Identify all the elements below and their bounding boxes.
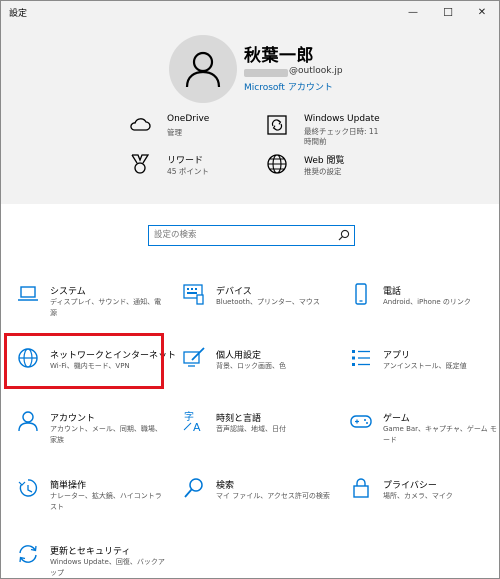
ease-of-access-icon — [18, 479, 38, 497]
tile-label: 時刻と言語 — [216, 414, 262, 424]
apps-list-icon — [352, 350, 370, 366]
time-language-icon: 字 A — [183, 410, 201, 432]
laptop-icon — [18, 286, 38, 301]
tile-ease-of-access[interactable]: 簡単操作 ナレーター、拡大鏡、ハイコントラスト — [7, 477, 167, 519]
header-item-windows-update[interactable]: Windows Update 最終チェック日時: 11 時間前 — [266, 114, 406, 146]
tile-time-language[interactable]: 字 A 時刻と言語 音声認識、地域、日付 — [173, 410, 333, 452]
minimize-button[interactable]: — — [400, 1, 426, 23]
header-item-title: リワード — [167, 156, 204, 166]
svg-text:A: A — [193, 421, 201, 432]
header-item-onedrive[interactable]: OneDrive 管理 — [129, 114, 239, 140]
user-name: 秋葉一郎 — [244, 46, 314, 66]
tile-apps[interactable]: アプリ アンインストール、既定値 — [340, 347, 499, 389]
tile-label: ゲーム — [383, 414, 410, 424]
tile-description: マイ ファイル、アクセス許可の検索 — [216, 492, 330, 500]
settings-window: 設定 — ☐ ✕ 秋葉一郎 @outlook.jp Microsoft アカウン… — [0, 0, 500, 579]
tile-label: 簡単操作 — [50, 481, 87, 491]
header-item-subtitle: 管理 — [167, 128, 182, 137]
window-title: 設定 — [9, 9, 28, 19]
highlight-frame — [4, 333, 164, 389]
close-button[interactable]: ✕ — [469, 1, 495, 23]
tile-label: プライバシー — [383, 481, 437, 491]
tile-description: ナレーター、拡大鏡、ハイコントラスト — [50, 492, 162, 511]
lock-icon — [353, 478, 369, 498]
medal-icon — [131, 154, 150, 174]
tile-search[interactable]: 検索 マイ ファイル、アクセス許可の検索 — [173, 477, 333, 519]
search-input[interactable] — [149, 226, 334, 243]
tile-label: アカウント — [50, 414, 96, 424]
title-bar: 設定 — ☐ ✕ — [1, 1, 499, 23]
tile-label: システム — [50, 287, 86, 297]
refresh-icon — [267, 115, 287, 135]
gamepad-icon — [350, 415, 372, 428]
tile-update-security[interactable]: 更新とセキュリティ Windows Update、回復、バックアップ — [7, 543, 167, 578]
tile-label: デバイス — [216, 287, 252, 297]
header-item-subtitle: 45 ポイント — [167, 167, 209, 176]
tile-description: ディスプレイ、サウンド、通知、電源 — [50, 298, 162, 317]
search-icon — [184, 478, 203, 498]
keyboard-icon — [183, 284, 204, 305]
header-item-rewards[interactable]: リワード 45 ポイント — [129, 153, 239, 179]
email-redaction — [244, 69, 288, 77]
maximize-button[interactable]: ☐ — [435, 1, 461, 23]
globe-icon — [267, 154, 287, 174]
tile-description: 音声認識、地域、日付 — [216, 425, 286, 433]
settings-search-box[interactable] — [148, 225, 355, 246]
search-icon[interactable] — [338, 229, 350, 241]
tile-description: 場所、カメラ、マイク — [383, 492, 453, 500]
tile-privacy[interactable]: プライバシー 場所、カメラ、マイク — [340, 477, 499, 519]
update-icon — [19, 545, 37, 563]
tile-description: Game Bar、キャプチャ、ゲーム モード — [383, 425, 497, 444]
tile-description: Bluetooth、プリンター、マウス — [216, 298, 320, 306]
tile-label: 個人用設定 — [216, 351, 262, 361]
microsoft-account-link[interactable]: Microsoft アカウント — [244, 80, 333, 93]
personalization-icon — [183, 347, 205, 367]
header-item-title: Windows Update — [304, 114, 380, 124]
tile-description: Android、iPhone のリンク — [383, 298, 471, 306]
header-item-subtitle: 最終チェック日時: 11 時間前 — [304, 127, 379, 146]
person-icon — [185, 51, 221, 88]
header-item-subtitle: 推奨の設定 — [304, 167, 342, 176]
header-item-title: Web 閲覧 — [304, 156, 345, 166]
tile-description: アンインストール、既定値 — [383, 362, 467, 370]
tile-personalization[interactable]: 個人用設定 背景、ロック画面、色 — [173, 347, 333, 389]
tile-label: 更新とセキュリティ — [50, 547, 131, 557]
cloud-icon — [130, 118, 151, 131]
tile-system[interactable]: システム ディスプレイ、サウンド、通知、電源 — [7, 283, 167, 325]
tile-accounts[interactable]: アカウント アカウント、メール、同期、職場、家族 — [7, 410, 167, 452]
user-email: @outlook.jp — [289, 66, 343, 76]
header-item-web-browsing[interactable]: Web 閲覧 推奨の設定 — [266, 153, 386, 179]
tile-gaming[interactable]: ゲーム Game Bar、キャプチャ、ゲーム モード — [340, 410, 499, 452]
phone-icon — [355, 283, 367, 305]
tile-phone[interactable]: 電話 Android、iPhone のリンク — [340, 283, 499, 325]
tile-description: アカウント、メール、同期、職場、家族 — [50, 425, 162, 444]
person-icon — [18, 411, 38, 432]
tile-label: アプリ — [383, 351, 411, 361]
tile-description: 背景、ロック画面、色 — [216, 362, 286, 370]
account-header: 秋葉一郎 @outlook.jp Microsoft アカウント OneDriv… — [1, 23, 499, 204]
header-item-title: OneDrive — [167, 114, 210, 124]
tile-label: 電話 — [383, 287, 402, 297]
avatar[interactable] — [169, 35, 237, 103]
tile-devices[interactable]: デバイス Bluetooth、プリンター、マウス — [173, 283, 333, 325]
tile-label: 検索 — [216, 481, 235, 491]
tile-description: Windows Update、回復、バックアップ — [50, 558, 165, 577]
